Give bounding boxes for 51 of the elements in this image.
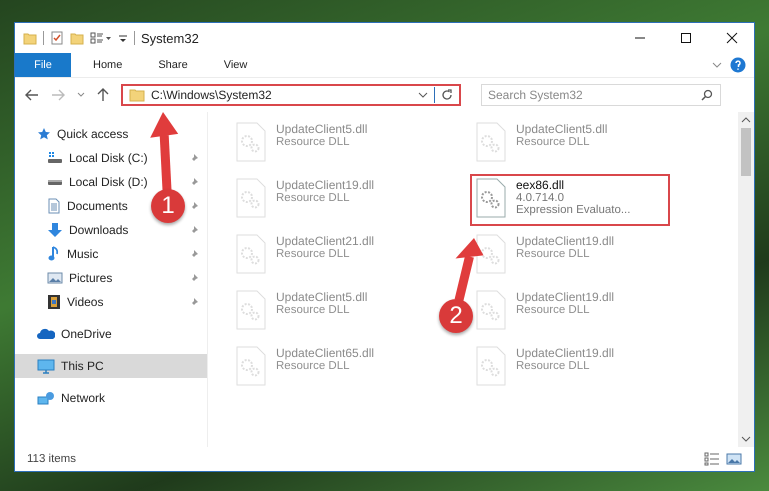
sidebar-label: Local Disk (C:) xyxy=(69,151,148,165)
file-name: UpdateClient5.dll xyxy=(276,290,368,304)
sidebar-label: Network xyxy=(61,391,106,405)
sidebar-item[interactable]: Pictures xyxy=(15,266,120,290)
window-title: System32 xyxy=(141,30,199,46)
file-detail: Resource DLL xyxy=(516,304,591,316)
file-detail: Expression Evaluato... xyxy=(516,204,630,216)
file-detail: Resource DLL xyxy=(516,248,591,260)
file-detail: Resource DLL xyxy=(276,192,351,204)
file-tab[interactable]: File xyxy=(15,53,71,77)
ribbon-tab[interactable]: Home xyxy=(79,53,136,77)
sidebar-item[interactable]: This PC xyxy=(15,354,207,378)
sidebar-label: Local Disk (D:) xyxy=(69,175,148,189)
sidebar-item[interactable]: Network xyxy=(15,386,207,410)
ribbon-tab[interactable]: View xyxy=(210,53,262,77)
sidebar-item[interactable]: Music xyxy=(15,242,106,266)
sidebar-label: Videos xyxy=(67,295,104,309)
file-name: UpdateClient5.dll xyxy=(276,122,368,136)
file-detail: 4.0.714.0 xyxy=(516,192,565,204)
sidebar-label: OneDrive xyxy=(61,327,112,341)
sidebar-label: This PC xyxy=(61,359,104,373)
file-name: UpdateClient19.dll xyxy=(516,290,614,304)
sidebar-item[interactable]: Documents xyxy=(15,194,136,218)
sidebar-item[interactable]: OneDrive xyxy=(15,322,207,346)
file-name: UpdateClient19.dll xyxy=(516,346,614,360)
file-name: UpdateClient19.dll xyxy=(276,178,374,192)
ribbon-tab[interactable]: Share xyxy=(144,53,202,77)
file-name: UpdateClient21.dll xyxy=(276,234,374,248)
item-count: 113 items xyxy=(27,453,76,465)
file-name: UpdateClient65.dll xyxy=(276,346,374,360)
file-detail: Resource DLL xyxy=(276,304,351,316)
sidebar-label: Pictures xyxy=(69,271,112,285)
file-detail: Resource DLL xyxy=(516,136,591,148)
file-detail: Resource DLL xyxy=(276,248,351,260)
sidebar-label: Documents xyxy=(67,199,128,213)
sidebar-label: Quick access xyxy=(57,127,128,141)
file-detail: Resource DLL xyxy=(276,136,351,148)
sidebar-label: Downloads xyxy=(69,223,128,237)
sidebar-item[interactable]: Local Disk (C:) xyxy=(15,146,156,170)
sidebar-item[interactable]: Videos xyxy=(15,290,112,314)
file-detail: Resource DLL xyxy=(276,360,351,372)
address-bar[interactable]: C:\Windows\System32 xyxy=(121,84,461,106)
search-field[interactable]: Search System32 xyxy=(481,84,721,106)
sidebar-label: Music xyxy=(67,247,98,261)
file-name: UpdateClient5.dll xyxy=(516,122,608,136)
sidebar-item[interactable]: Quick access xyxy=(15,122,207,146)
file-name: UpdateClient19.dll xyxy=(516,234,614,248)
file-item[interactable]: eex86.dll 4.0.714.0 Expression Evaluato... xyxy=(470,174,670,226)
file-name: eex86.dll xyxy=(516,178,566,192)
sidebar-item[interactable]: Downloads xyxy=(15,218,136,242)
file-detail: Resource DLL xyxy=(516,360,591,372)
